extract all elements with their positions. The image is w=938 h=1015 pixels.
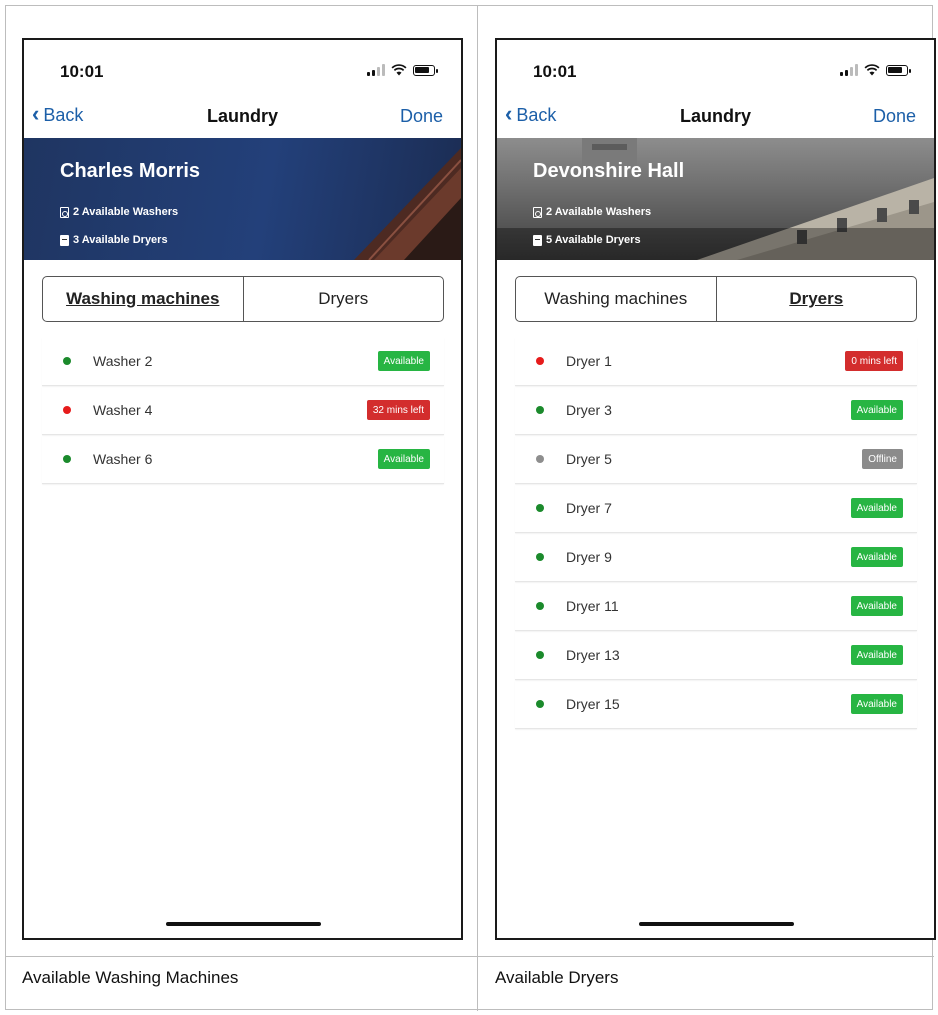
status-dot-icon	[536, 504, 544, 512]
phone-screen-dryers: 10:01 ‹ Back Laundry Done Devonshire Hal…	[495, 38, 936, 940]
status-dot-icon	[536, 651, 544, 659]
list-item[interactable]: Washer 4 32 mins left	[42, 386, 444, 435]
table-divider-vertical	[477, 6, 478, 1011]
list-item[interactable]: Washer 2 Available	[42, 337, 444, 386]
machine-name: Dryer 11	[566, 598, 619, 614]
battery-icon	[413, 65, 438, 76]
washer-count: 2 Available Washers	[60, 206, 178, 218]
nav-title: Laundry	[679, 106, 751, 126]
status-badge: 0 mins left	[845, 351, 903, 371]
list-item[interactable]: Dryer 15 Available	[515, 680, 917, 729]
machine-name: Dryer 5	[566, 451, 612, 467]
status-badge: Available	[850, 400, 903, 420]
list-item[interactable]: Dryer 3 Available	[515, 386, 917, 435]
list-item[interactable]: Dryer 5 Offline	[515, 435, 917, 484]
caption-washing-machines: Available Washing Machines	[22, 968, 239, 987]
status-icons	[367, 64, 438, 76]
washer-count: 2 Available Washers	[533, 206, 651, 218]
dryer-count: 5 Available Dryers	[533, 234, 641, 246]
list-item[interactable]: Dryer 7 Available	[515, 484, 917, 533]
status-badge: Offline	[862, 449, 903, 469]
machine-name: Washer 2	[93, 353, 153, 369]
signal-icon	[367, 64, 385, 76]
home-indicator[interactable]	[166, 922, 321, 926]
machine-name: Dryer 3	[566, 402, 612, 418]
done-button[interactable]: Done	[873, 106, 916, 127]
status-badge: Available	[850, 645, 903, 665]
home-indicator[interactable]	[639, 922, 794, 926]
hall-name: Devonshire Hall	[533, 160, 685, 182]
status-time: 10:01	[533, 62, 577, 81]
caption-dryers: Available Dryers	[495, 968, 619, 987]
dryer-count: 3 Available Dryers	[60, 234, 168, 246]
status-dot-icon	[536, 602, 544, 610]
status-dot-icon	[63, 455, 71, 463]
status-dot-icon	[536, 406, 544, 414]
machine-type-tabs: Washing machines Dryers	[42, 276, 444, 322]
list-item[interactable]: Washer 6 Available	[42, 435, 444, 484]
hall-banner: Charles Morris 2 Available Washers 3 Ava…	[24, 138, 461, 260]
machine-name: Washer 6	[93, 451, 153, 467]
status-dot-icon	[536, 553, 544, 561]
machine-name: Dryer 1	[566, 353, 612, 369]
tab-washing-machines[interactable]: Washing machines	[516, 277, 716, 321]
tab-dryers[interactable]: Dryers	[715, 277, 917, 321]
status-icons	[840, 64, 911, 76]
battery-icon	[886, 65, 911, 76]
list-item[interactable]: Dryer 11 Available	[515, 582, 917, 631]
status-badge: Available	[850, 596, 903, 616]
dryer-icon	[533, 234, 542, 246]
machine-name: Dryer 9	[566, 549, 612, 565]
machine-name: Dryer 15	[566, 696, 620, 712]
hall-banner: Devonshire Hall 2 Available Washers 5 Av…	[497, 138, 934, 260]
list-item[interactable]: Dryer 9 Available	[515, 533, 917, 582]
status-dot-icon	[63, 357, 71, 365]
wifi-icon	[864, 64, 880, 76]
status-badge: Available	[850, 498, 903, 518]
done-button[interactable]: Done	[400, 106, 443, 127]
wifi-icon	[391, 64, 407, 76]
status-time: 10:01	[60, 62, 104, 81]
washer-icon	[533, 206, 542, 218]
machine-list: Washer 2 Available Washer 4 32 mins left Was…	[42, 337, 444, 484]
dryer-icon	[60, 234, 69, 246]
list-item[interactable]: Dryer 13 Available	[515, 631, 917, 680]
status-dot-icon	[536, 455, 544, 463]
status-badge: Available	[850, 694, 903, 714]
machine-name: Washer 4	[93, 402, 153, 418]
status-badge: Available	[377, 449, 430, 469]
status-badge: 32 mins left	[366, 400, 430, 420]
status-badge: Available	[377, 351, 430, 371]
list-item[interactable]: Dryer 1 0 mins left	[515, 337, 917, 386]
tab-dryers[interactable]: Dryers	[242, 277, 444, 321]
status-dot-icon	[536, 357, 544, 365]
machine-type-tabs: Washing machines Dryers	[515, 276, 917, 322]
machine-list: Dryer 10 mins left Dryer 3 Available Dryer …	[515, 337, 917, 729]
status-dot-icon	[63, 406, 71, 414]
phone-screen-washers: 10:01 ‹ Back Laundry Done Charles Morris…	[22, 38, 463, 940]
hall-name: Charles Morris	[60, 160, 201, 182]
machine-name: Dryer 13	[566, 647, 620, 663]
signal-icon	[840, 64, 858, 76]
status-dot-icon	[536, 700, 544, 708]
machine-name: Dryer 7	[566, 500, 612, 516]
status-badge: Available	[850, 547, 903, 567]
washer-icon	[60, 206, 69, 218]
tab-washing-machines[interactable]: Washing machines	[43, 277, 243, 321]
nav-title: Laundry	[206, 106, 278, 126]
